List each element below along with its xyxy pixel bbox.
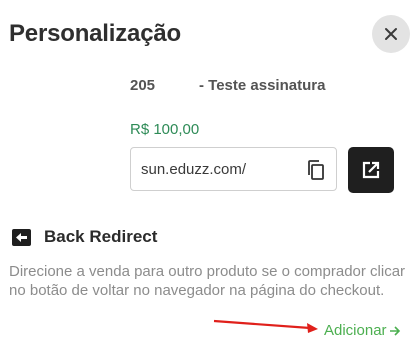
checkout-url-text: sun.eduzz.com/: [141, 161, 247, 178]
arrow-right-icon: [389, 325, 401, 337]
copy-icon: [308, 160, 324, 180]
checkout-url-field[interactable]: sun.eduzz.com/: [130, 147, 337, 191]
product-line: 205 - Teste assinatura: [130, 77, 325, 94]
add-redirect-button[interactable]: Adicionar: [324, 322, 401, 339]
open-url-button[interactable]: [348, 147, 394, 193]
page-title: Personalização: [9, 20, 181, 47]
product-name: - Teste assinatura: [199, 77, 326, 94]
product-code: 205: [130, 77, 156, 94]
annotation-arrow: [213, 319, 318, 333]
back-redirect-title: Back Redirect: [44, 227, 158, 246]
close-icon: [385, 28, 397, 40]
add-redirect-label: Adicionar: [324, 322, 387, 339]
product-price: R$ 100,00: [130, 121, 200, 138]
back-arrow-box-icon: [12, 229, 31, 246]
close-button[interactable]: [372, 15, 410, 53]
external-link-icon: [362, 161, 380, 179]
copy-url-button[interactable]: [306, 159, 326, 181]
back-redirect-description: Direcione a venda para outro produto se …: [9, 263, 406, 299]
